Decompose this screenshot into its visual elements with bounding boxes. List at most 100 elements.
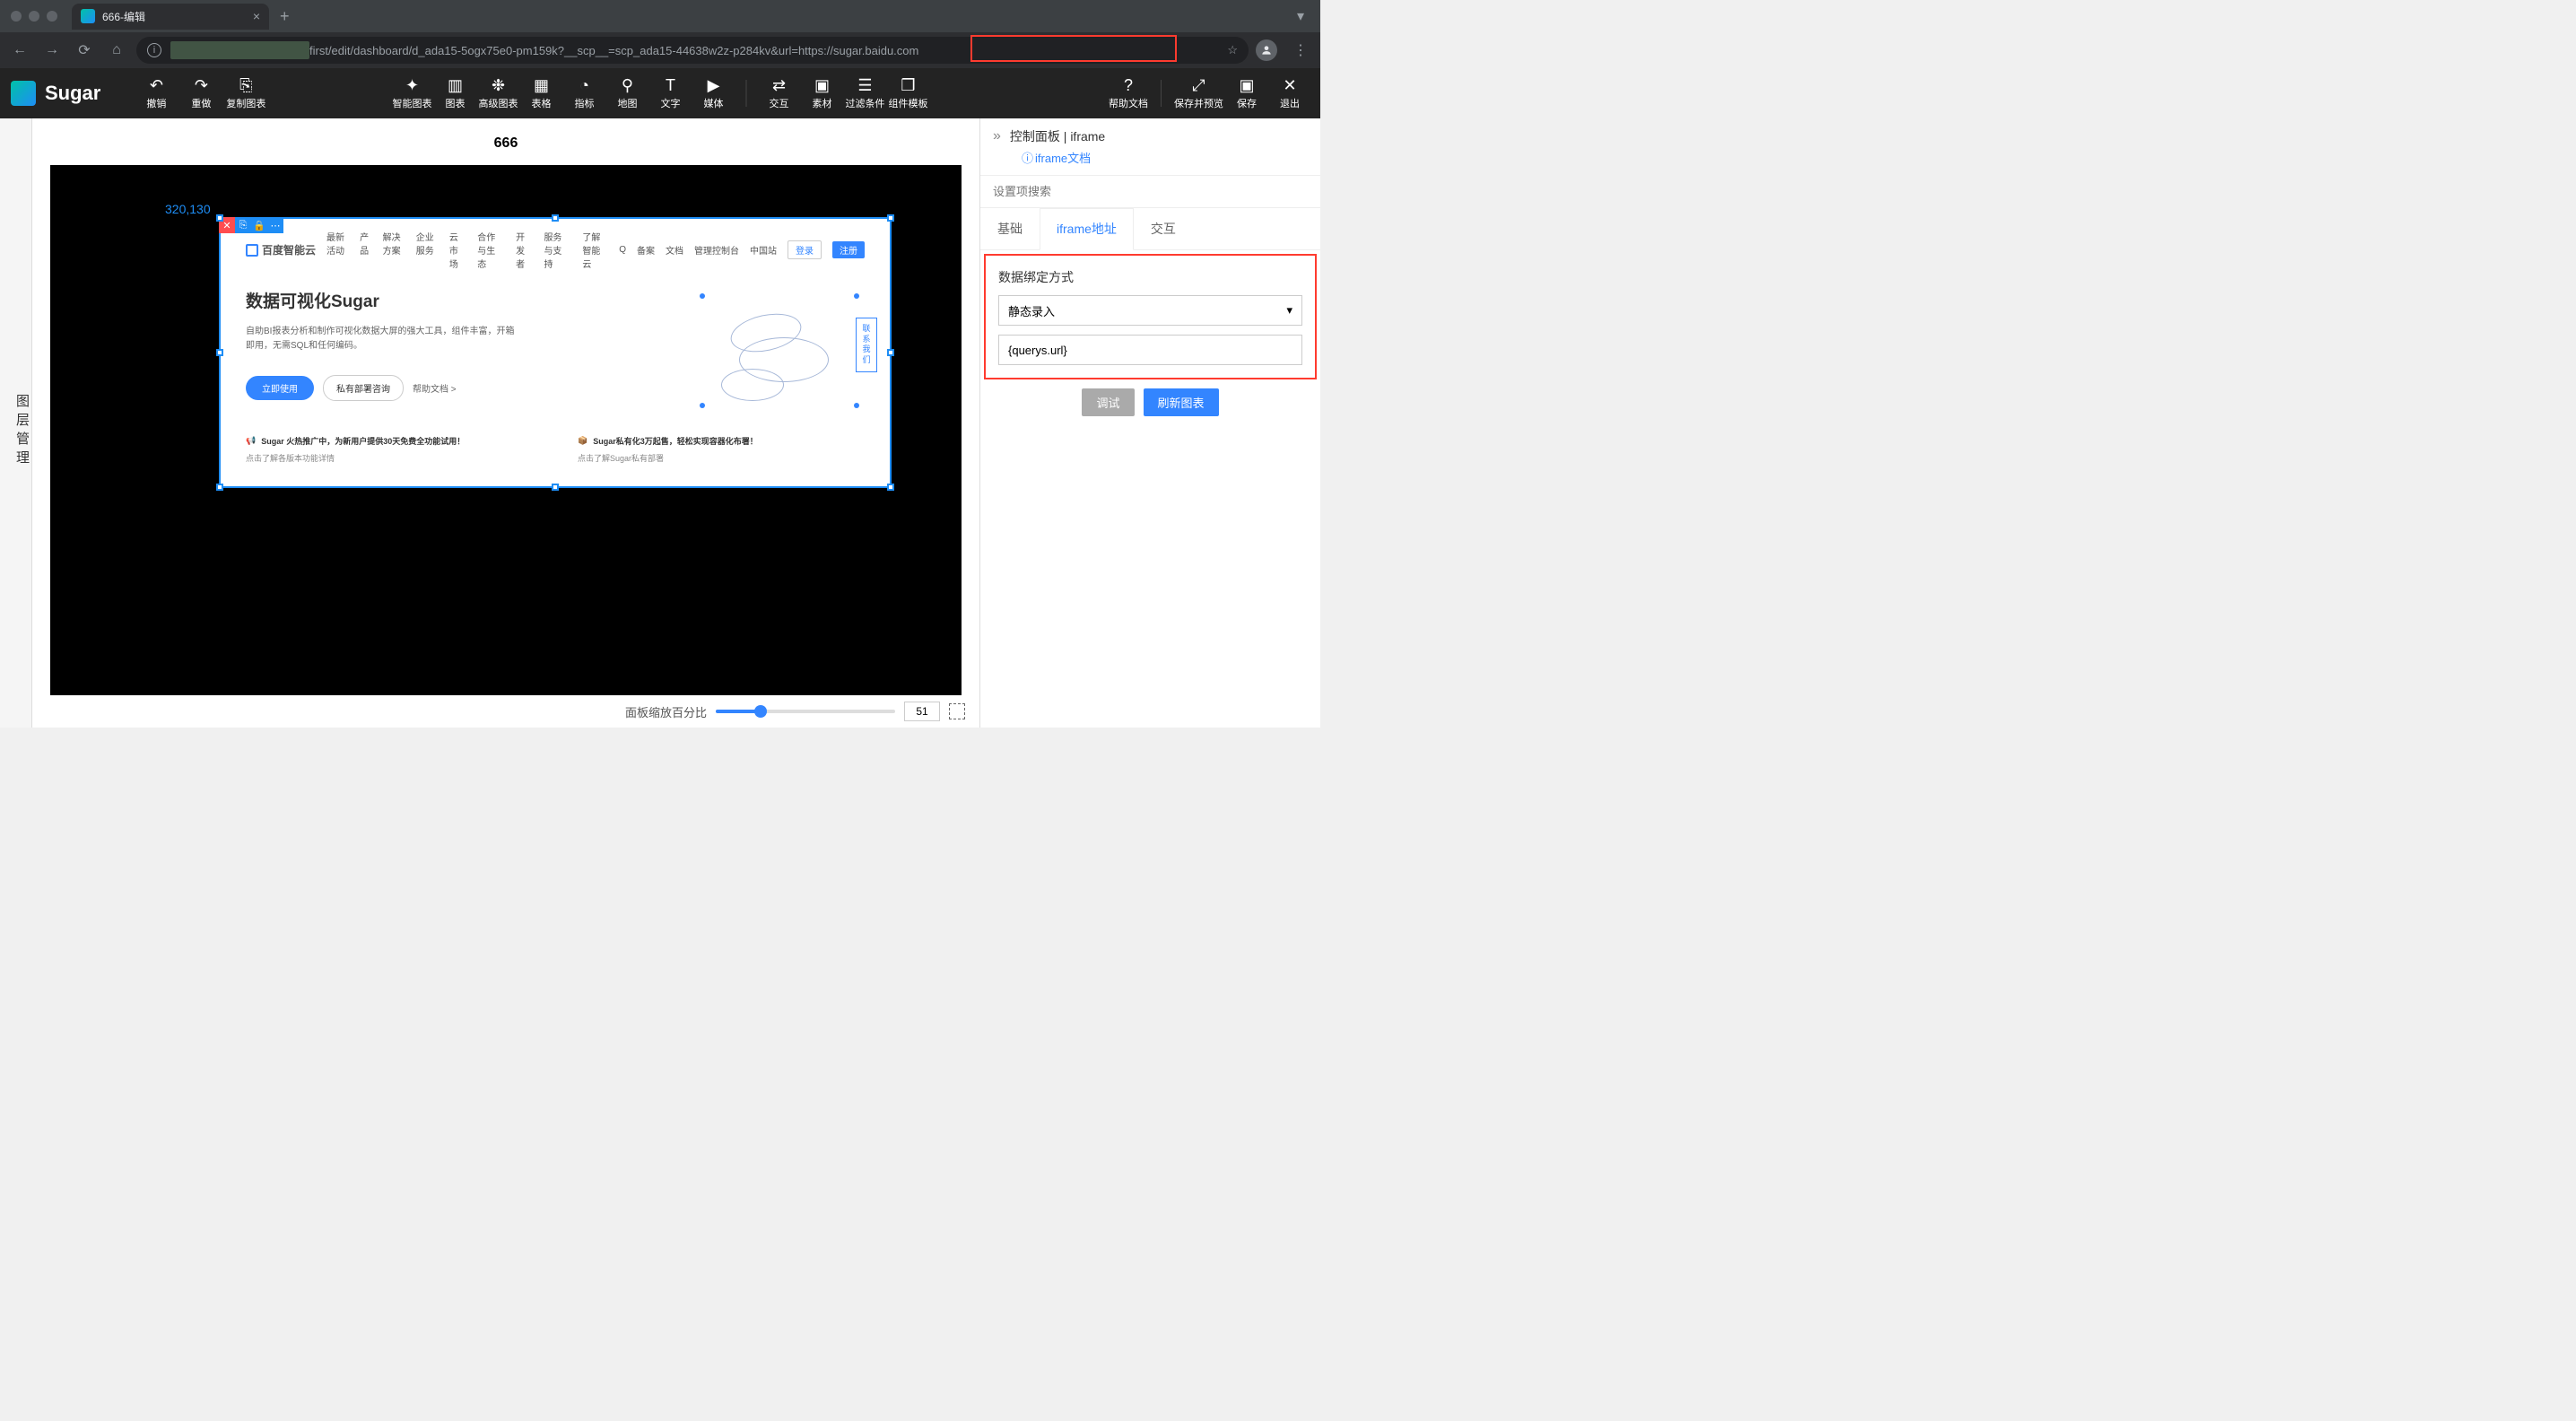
back-button[interactable]: ← [7, 38, 32, 63]
chart-button[interactable]: ▥图表 [436, 72, 475, 115]
exit-button[interactable]: ✕退出 [1270, 72, 1310, 115]
reload-button[interactable]: ⟳ [72, 38, 97, 63]
embedded-page: 百度智能云 最新活动 产品 解决方案 企业服务 云市场 合作与生态 开发者 服务… [221, 219, 890, 486]
interaction-button[interactable]: ⇄交互 [760, 72, 799, 115]
smart-chart-button[interactable]: ✦智能图表 [393, 72, 432, 115]
profile-avatar-icon[interactable] [1256, 39, 1277, 61]
embed-link[interactable]: 管理控制台 [694, 243, 739, 257]
embed-nav-item[interactable]: 产品 [360, 230, 370, 270]
media-button[interactable]: ▶媒体 [694, 72, 734, 115]
site-info-icon[interactable]: i [147, 43, 161, 57]
private-deploy-button[interactable]: 私有部署咨询 [323, 375, 404, 401]
expand-icon: ⤢ [1192, 76, 1205, 94]
embed-nav-item[interactable]: 服务与支持 [544, 230, 570, 270]
canvas-stage[interactable]: 320,130 ✕ ⎘ 🔒 ⋯ [50, 165, 962, 695]
browser-tab[interactable]: 666-编辑 × [72, 4, 269, 30]
binding-mode-select[interactable]: 静态录入 ▾ [998, 295, 1302, 326]
chevron-down-icon: ▾ [1286, 303, 1292, 318]
table-icon: ▦ [534, 76, 549, 94]
map-button[interactable]: ⚲地图 [608, 72, 648, 115]
tabs-menu-icon[interactable]: ▾ [1288, 4, 1313, 29]
toolbar-divider [746, 80, 747, 107]
maximize-window-icon[interactable] [47, 11, 57, 22]
dashboard-title[interactable]: 666 [277, 127, 735, 160]
megaphone-icon: 📢 [246, 436, 256, 446]
embed-nav-item[interactable]: 云市场 [449, 230, 465, 270]
save-button[interactable]: ▣保存 [1227, 72, 1266, 115]
panel-buttons: 调试 刷新图表 [980, 383, 1320, 429]
iframe-doc-link[interactable]: ⓘiframe文档 [1022, 149, 1308, 166]
new-tab-button[interactable]: + [274, 7, 295, 26]
close-window-icon[interactable] [11, 11, 22, 22]
embed-right-nav: Q 备案 文档 管理控制台 中国站 登录 注册 [619, 240, 865, 259]
tab-favicon-icon [81, 9, 95, 23]
brand-name: Sugar [45, 82, 100, 105]
embed-nav-item[interactable]: 合作与生态 [477, 230, 503, 270]
component-template-button[interactable]: ❒组件模板 [889, 72, 928, 115]
use-now-button[interactable]: 立即使用 [246, 376, 314, 400]
main-area: 图层管理 666 320,130 ✕ ⎘ 🔒 ⋯ [0, 118, 1320, 728]
properties-panel: » 控制面板 | iframe ⓘiframe文档 基础 iframe地址 交互… [979, 118, 1320, 728]
embed-link[interactable]: 文档 [666, 243, 683, 257]
redo-button[interactable]: ↷重做 [181, 72, 221, 115]
collapse-panel-icon[interactable]: » [993, 128, 1001, 144]
address-bar[interactable]: i first/edit/dashboard/d_ada15-5ogx75e0-… [136, 37, 1249, 64]
panel-header: » 控制面板 | iframe ⓘiframe文档 [980, 118, 1320, 176]
zoom-slider[interactable] [716, 710, 895, 713]
undo-icon: ↶ [150, 76, 163, 94]
help-doc-link[interactable]: 帮助文档 > [413, 381, 457, 395]
promo-subtitle[interactable]: 点击了解各版本功能详情 [246, 452, 533, 464]
tab-title: 666-编辑 [102, 9, 145, 24]
tab-basic[interactable]: 基础 [980, 208, 1040, 249]
zoom-slider-thumb[interactable] [754, 705, 767, 718]
search-icon[interactable]: Q [619, 245, 626, 255]
contact-us-badge[interactable]: 联系我们 [856, 318, 877, 372]
help-button[interactable]: ?帮助文档 [1109, 72, 1148, 115]
selected-iframe-component[interactable]: ✕ ⎘ 🔒 ⋯ 百度智能云 [219, 217, 892, 488]
login-button[interactable]: 登录 [788, 240, 822, 259]
tab-close-icon[interactable]: × [253, 9, 260, 23]
refresh-chart-button[interactable]: 刷新图表 [1144, 388, 1219, 416]
register-button[interactable]: 注册 [832, 241, 865, 258]
hero-title: 数据可视化Sugar [246, 288, 658, 312]
panel-search [980, 176, 1320, 208]
indicator-button[interactable]: ◔指标 [565, 72, 605, 115]
save-preview-button[interactable]: ⤢保存并预览 [1174, 72, 1223, 115]
home-button[interactable]: ⌂ [104, 38, 129, 63]
fullscreen-icon[interactable] [949, 703, 965, 719]
adv-chart-button[interactable]: ❉高级图表 [479, 72, 518, 115]
embed-nav-item[interactable]: 开发者 [516, 230, 531, 270]
zoom-input[interactable] [904, 702, 940, 721]
hero-description: 自助BI报表分析和制作可视化数据大屏的强大工具，组件丰富，开箱即用，无需SQL和… [246, 325, 515, 353]
undo-button[interactable]: ↶撤销 [136, 72, 176, 115]
table-button[interactable]: ▦表格 [522, 72, 561, 115]
embed-nav-item[interactable]: 了解智能云 [582, 230, 608, 270]
iframe-url-input[interactable] [998, 335, 1302, 365]
brand: Sugar [11, 81, 100, 106]
copy-chart-button[interactable]: ⎘复制图表 [226, 72, 265, 115]
minimize-window-icon[interactable] [29, 11, 39, 22]
browser-menu-icon[interactable]: ⋮ [1288, 38, 1313, 63]
bookmark-icon[interactable]: ☆ [1227, 43, 1238, 57]
embed-link[interactable]: 备案 [637, 243, 655, 257]
pin-icon: ⚲ [622, 76, 633, 94]
filter-button[interactable]: ☰过滤条件 [846, 72, 885, 115]
layers-rail[interactable]: 图层管理 [0, 118, 32, 728]
tab-iframe-url[interactable]: iframe地址 [1040, 208, 1134, 250]
tab-interaction[interactable]: 交互 [1134, 208, 1193, 249]
embed-nav-item[interactable]: 解决方案 [383, 230, 404, 270]
canvas[interactable]: 666 320,130 ✕ ⎘ 🔒 ⋯ [32, 118, 979, 695]
address-row: ← → ⟳ ⌂ i first/edit/dashboard/d_ada15-5… [0, 32, 1320, 68]
history-tools: ↶撤销 ↷重做 ⎘复制图表 [136, 72, 265, 115]
app-toolbar: Sugar ↶撤销 ↷重做 ⎘复制图表 ✦智能图表 ▥图表 ❉高级图表 ▦表格 … [0, 68, 1320, 118]
window-controls [11, 11, 57, 22]
embed-nav-item[interactable]: 最新活动 [326, 230, 347, 270]
text-button[interactable]: T文字 [651, 72, 691, 115]
material-button[interactable]: ▣素材 [803, 72, 842, 115]
debug-button[interactable]: 调试 [1082, 388, 1134, 416]
embed-link[interactable]: 中国站 [750, 243, 777, 257]
promo-subtitle[interactable]: 点击了解Sugar私有部署 [578, 452, 865, 464]
embed-nav-item[interactable]: 企业服务 [416, 230, 437, 270]
settings-search-input[interactable] [980, 176, 1320, 207]
forward-button[interactable]: → [39, 38, 65, 63]
